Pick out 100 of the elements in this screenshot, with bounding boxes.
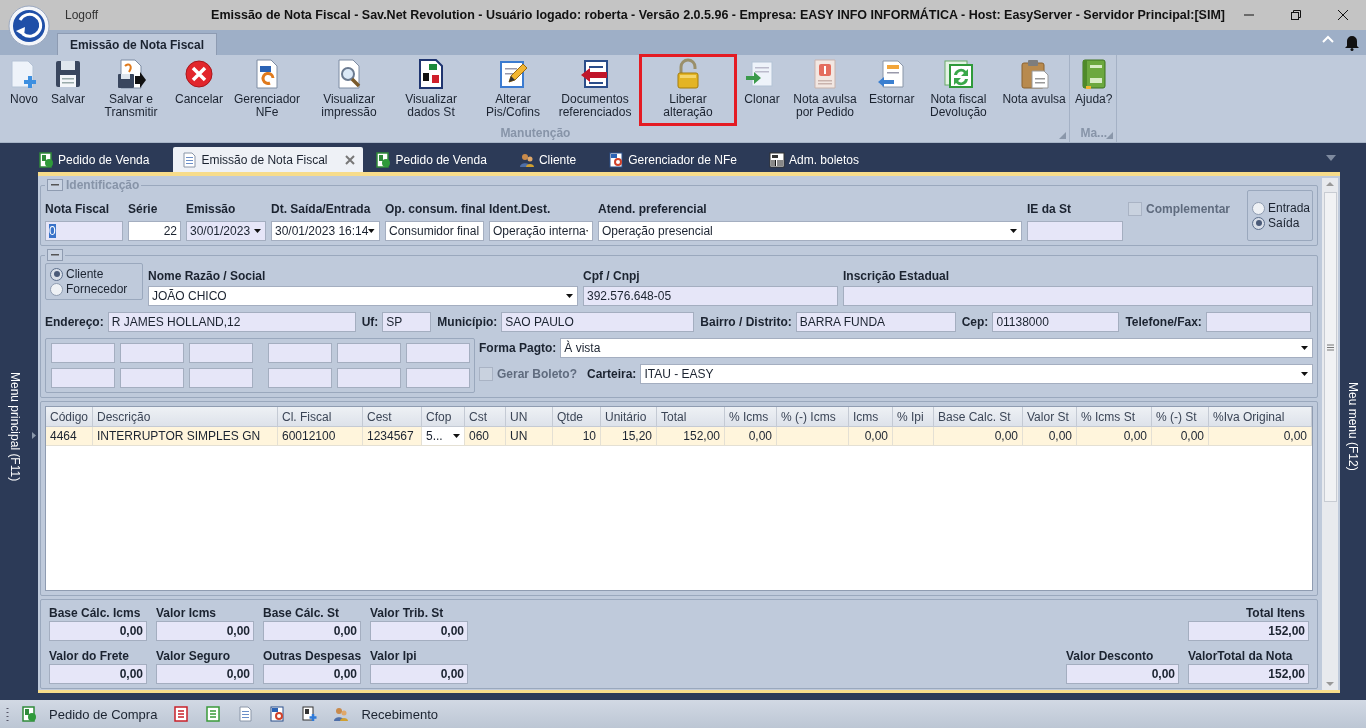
dropdown-field[interactable]: 30/01/2023 (186, 221, 266, 241)
column-header[interactable]: Cfop (422, 407, 465, 427)
input-field[interactable] (51, 368, 115, 388)
input-field[interactable]: 22 (128, 221, 181, 241)
toolbar-button[interactable]: Nota avulsa por Pedido (784, 57, 867, 123)
dropdown-icon[interactable] (1326, 154, 1336, 161)
toolbar-button[interactable]: Salvar e Transmitir (90, 57, 172, 123)
dropdown-field[interactable]: Operação presencial (598, 221, 1022, 241)
input-field[interactable]: 392.576.648-05 (583, 286, 838, 306)
input-field[interactable] (406, 368, 470, 388)
column-header[interactable]: Cest (363, 407, 422, 427)
dropdown-field[interactable]: 30/01/2023 16:14 (271, 221, 380, 241)
side-menu-tab[interactable]: Meu menu (F12) (1346, 153, 1360, 700)
close-icon[interactable] (343, 152, 358, 167)
input-field[interactable]: BARRA FUNDA (795, 312, 956, 332)
status-bar-button[interactable]: Pedido de Compra (17, 702, 162, 726)
column-header[interactable]: Cl. Fiscal (278, 407, 363, 427)
input-field[interactable]: SP (382, 312, 432, 332)
logoff-link[interactable]: Logoff (65, 8, 212, 22)
column-header[interactable]: Cst (465, 407, 506, 427)
radio-button[interactable]: Saída (1252, 216, 1308, 230)
toolbar-button[interactable]: Alterar Pis/Cofins (472, 57, 555, 123)
toolbar-button[interactable]: Documentos referenciados (554, 57, 637, 123)
input-field[interactable]: 0,00 (1066, 664, 1179, 684)
input-field[interactable]: 0,00 (156, 621, 254, 641)
toolbar-button[interactable]: Cancelar (172, 57, 227, 123)
column-header[interactable]: Qtde (553, 407, 601, 427)
toolbar-button[interactable]: Nota avulsa (999, 57, 1069, 123)
input-field[interactable] (843, 286, 1313, 306)
column-header[interactable]: Unitário (601, 407, 657, 427)
input-field[interactable] (120, 368, 184, 388)
input-field[interactable] (189, 368, 253, 388)
document-tab[interactable]: Adm. boletos (761, 147, 880, 172)
toolbar-button[interactable]: Estornar (866, 57, 918, 123)
side-menu-tab[interactable]: Menu principal (F11) (8, 153, 22, 700)
dropdown-field[interactable]: Operação interna (489, 221, 593, 241)
column-header[interactable]: % (-) Icms (777, 407, 849, 427)
input-field[interactable]: 152,00 (1188, 664, 1309, 684)
input-field[interactable] (120, 343, 184, 363)
radio-button[interactable]: Entrada (1252, 201, 1308, 215)
toolbar-button[interactable]: Visualizar impressão (308, 57, 391, 123)
dropdown-field[interactable]: JOÃO CHICO (148, 286, 578, 306)
input-field[interactable] (406, 343, 470, 363)
bell-icon[interactable] (1344, 34, 1360, 51)
document-tab[interactable]: Gerenciador de NFe (600, 147, 757, 172)
column-header[interactable]: Icms (849, 407, 893, 427)
input-field[interactable] (1027, 221, 1123, 241)
input-field[interactable] (189, 343, 253, 363)
toolbar-button[interactable]: Salvar (46, 57, 90, 123)
input-field[interactable]: R JAMES HOLLAND,12 (107, 312, 356, 332)
toolbar-button[interactable]: Novo (2, 57, 46, 123)
status-bar-button[interactable]: Recebimento (329, 702, 442, 726)
dropdown-field[interactable]: Consumidor final (385, 221, 484, 241)
input-field[interactable] (268, 343, 332, 363)
input-field[interactable]: 0,00 (370, 664, 468, 684)
column-header[interactable]: Código (46, 407, 93, 427)
input-field[interactable] (1205, 312, 1311, 332)
input-field[interactable]: 0,00 (49, 664, 147, 684)
toolbar-button[interactable]: Nota fiscal Devolução (917, 57, 1000, 123)
collapse-button[interactable] (47, 249, 63, 261)
input-field[interactable] (268, 368, 332, 388)
document-tab[interactable]: Emissão de Nota Fiscal (173, 147, 364, 172)
toolbar-button[interactable]: Gerenciador NFe (226, 57, 309, 123)
input-field[interactable]: 0,00 (156, 664, 254, 684)
launcher-icon[interactable] (1058, 132, 1066, 139)
input-field[interactable]: 0 (45, 221, 123, 241)
column-header[interactable]: Total (657, 407, 725, 427)
input-field[interactable]: 0,00 (263, 621, 361, 641)
document-tab[interactable]: Pedido de Venda (367, 147, 507, 172)
dropdown-field[interactable]: 5... (422, 427, 465, 446)
radio-button[interactable]: Cliente (50, 267, 138, 281)
dropdown-field[interactable]: À vista (560, 338, 1313, 358)
toolbar-button[interactable]: Clonar (740, 57, 785, 123)
input-field[interactable]: 0,00 (370, 621, 468, 641)
collapse-icon[interactable] (1322, 34, 1334, 43)
input-field[interactable]: 152,00 (1188, 621, 1309, 641)
toolbar-button[interactable]: Ajuda? (1071, 57, 1116, 123)
input-field[interactable] (337, 368, 401, 388)
radio-button[interactable]: Fornecedor (50, 282, 138, 296)
launcher-icon[interactable] (1105, 132, 1113, 139)
scroll-thumb[interactable] (1323, 192, 1337, 502)
input-field[interactable]: 01138000 (992, 312, 1120, 332)
input-field[interactable]: 0,00 (263, 664, 361, 684)
column-header[interactable]: %Iva Original (1209, 407, 1312, 427)
column-header[interactable]: Descrição (93, 407, 278, 427)
column-header[interactable]: % Ipi (893, 407, 934, 427)
input-field[interactable] (337, 343, 401, 363)
column-header[interactable]: UN (506, 407, 553, 427)
scrollbar[interactable] (1322, 178, 1338, 690)
input-field[interactable] (51, 343, 115, 363)
input-field[interactable]: 0,00 (49, 621, 147, 641)
column-header[interactable]: Valor St (1023, 407, 1077, 427)
document-tab[interactable]: Cliente (510, 147, 597, 172)
column-header[interactable]: % Icms (725, 407, 777, 427)
ribbon-tab[interactable]: Emissão de Nota Fiscal (57, 33, 218, 55)
toolbar-button[interactable]: Liberar alteração (642, 57, 735, 123)
collapse-button[interactable] (47, 179, 63, 191)
document-tab[interactable]: Pedido de Venda (30, 147, 170, 172)
column-header[interactable]: Base Calc. St (934, 407, 1023, 427)
column-header[interactable]: % Icms St (1077, 407, 1152, 427)
